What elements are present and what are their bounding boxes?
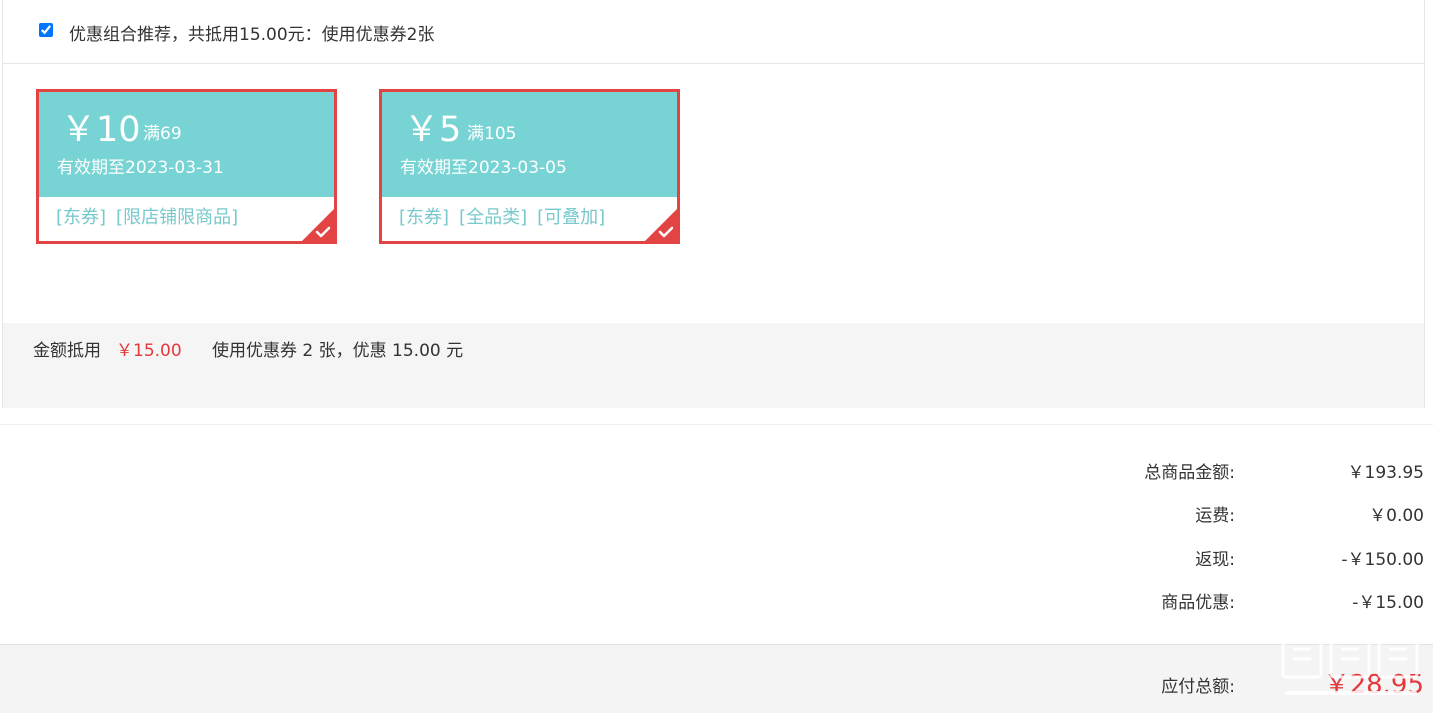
totals-label: 运费: <box>1195 506 1235 526</box>
coupon-header: ￥5 满105 有效期至2023-03-05 <box>382 92 677 197</box>
totals-value: ￥193.95 <box>1347 463 1424 483</box>
coupon-tag: [可叠加] <box>537 207 606 228</box>
coupon-card-2[interactable]: ￥5 满105 有效期至2023-03-05 [东券] [全品类] [可叠加] <box>379 89 680 244</box>
coupon-tag: [限店铺限商品] <box>116 207 239 228</box>
coupon-condition: 满69 <box>143 124 182 144</box>
coupon-validity: 有效期至2023-03-31 <box>57 158 224 178</box>
totals-label: 总商品金额: <box>1144 463 1235 483</box>
selected-check-icon <box>645 209 677 241</box>
coupon-tags: [东券] [限店铺限商品] <box>56 207 248 229</box>
payable-label: 应付总额: <box>1161 677 1235 697</box>
payable-bar: 应付总额: ￥28.95 <box>0 644 1433 713</box>
recommend-bar: 优惠组合推荐，共抵用15.00元：使用优惠券2张 <box>3 0 1424 64</box>
coupon-panel: 优惠组合推荐，共抵用15.00元：使用优惠券2张 ￥10 满69 有效期至202… <box>2 0 1425 408</box>
coupon-tags: [东券] [全品类] [可叠加] <box>399 207 615 229</box>
coupon-amount: ￥10 <box>61 110 141 150</box>
totals-row-goods: 总商品金额: ￥193.95 <box>0 461 1433 485</box>
totals-label: 返现: <box>1195 550 1235 570</box>
summary-label: 金额抵用 <box>33 341 101 361</box>
recommend-checkbox[interactable] <box>39 23 53 37</box>
recommend-text: 优惠组合推荐，共抵用15.00元：使用优惠券2张 <box>69 25 435 45</box>
totals-label: 商品优惠: <box>1161 593 1235 613</box>
totals-value: ￥0.00 <box>1369 506 1424 526</box>
coupon-amount: ￥5 <box>404 110 462 150</box>
totals-row-cashback: 返现: -￥150.00 <box>0 548 1433 572</box>
summary-description: 使用优惠券 2 张，优惠 15.00 元 <box>212 341 464 361</box>
coupon-tag: [全品类] <box>459 207 528 228</box>
totals-row-discount: 商品优惠: -￥15.00 <box>0 591 1433 615</box>
totals-value: -￥150.00 <box>1341 550 1424 570</box>
totals-value: -￥15.00 <box>1352 593 1424 613</box>
coupon-tag: [东券] <box>399 207 450 228</box>
coupon-card-1[interactable]: ￥10 满69 有效期至2023-03-31 [东券] [限店铺限商品] <box>36 89 337 244</box>
coupon-header: ￥10 满69 有效期至2023-03-31 <box>39 92 334 197</box>
discount-summary-bar: 金额抵用 ￥15.00 使用优惠券 2 张，优惠 15.00 元 <box>3 323 1424 408</box>
totals-row-shipping: 运费: ￥0.00 <box>0 504 1433 528</box>
summary-amount: ￥15.00 <box>116 341 182 361</box>
coupon-condition: 满105 <box>467 124 517 144</box>
section-divider <box>0 424 1433 425</box>
selected-check-icon <box>302 209 334 241</box>
payable-total: ￥28.95 <box>1323 670 1424 700</box>
coupon-validity: 有效期至2023-03-05 <box>400 158 567 178</box>
coupon-tag: [东券] <box>56 207 107 228</box>
